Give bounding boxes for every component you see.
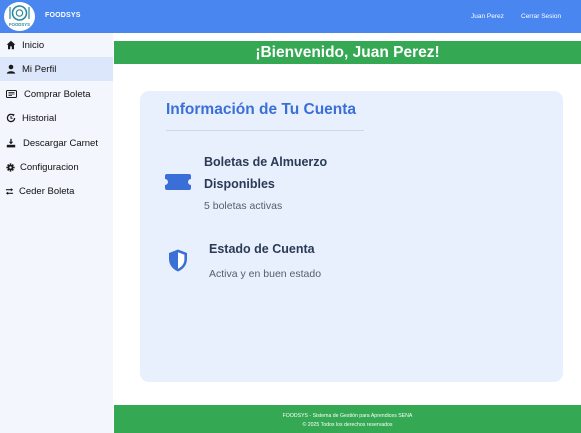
ticket-icon bbox=[165, 174, 191, 190]
page-footer: FOODSYS - Sistema de Gestión para Aprend… bbox=[114, 405, 581, 433]
sidebar-item-ceder-boleta[interactable]: Ceder Boleta bbox=[0, 179, 113, 203]
card-title: Información de Tu Cuenta bbox=[166, 101, 357, 118]
logo-text: FOODSYS bbox=[9, 22, 30, 27]
tickets-title: Boletas de Almuerzo Disponibles bbox=[204, 155, 328, 191]
sidebar-item-inicio[interactable]: Inicio bbox=[0, 33, 113, 57]
status-value: Activa y en buen estado bbox=[209, 268, 322, 280]
top-header: FOODSYS FOODSYS Juan Perez Cerrar Sesion bbox=[0, 0, 581, 33]
sidebar: Inicio Mi Perfil Comprar Boleta Historia… bbox=[0, 33, 113, 433]
footer-copyright: © 2025 Todos los derechos reservados bbox=[302, 422, 393, 428]
sidebar-item-label: Descargar Carnet bbox=[23, 137, 98, 149]
sidebar-item-label: Comprar Boleta bbox=[24, 88, 91, 100]
logout-link[interactable]: Cerrar Sesion bbox=[521, 13, 561, 20]
title-divider bbox=[166, 130, 364, 131]
sidebar-item-label: Mi Perfil bbox=[22, 63, 57, 75]
sidebar-item-descargar-carnet[interactable]: Descargar Carnet bbox=[0, 131, 113, 155]
sidebar-item-historial[interactable]: Historial bbox=[0, 106, 113, 130]
user-name-link[interactable]: Juan Perez bbox=[471, 13, 504, 20]
foodsys-logo[interactable]: FOODSYS bbox=[4, 2, 35, 31]
sidebar-item-label: Inicio bbox=[22, 39, 45, 51]
status-title: Estado de Cuenta bbox=[209, 242, 315, 256]
footer-system-text: FOODSYS - Sistema de Gestión para Aprend… bbox=[282, 413, 413, 419]
transfer-icon bbox=[3, 185, 15, 197]
tickets-value: 5 boletas activas bbox=[204, 200, 283, 212]
ticket-icon bbox=[5, 88, 17, 100]
home-icon bbox=[5, 39, 17, 51]
gear-icon bbox=[4, 161, 16, 173]
welcome-banner: ¡Bienvenido, Juan Perez! bbox=[114, 41, 581, 64]
sidebar-item-configuracion[interactable]: Configuracion bbox=[0, 155, 113, 179]
sidebar-item-label: Configuracion bbox=[20, 161, 79, 173]
brand-name: FOODSYS bbox=[45, 12, 81, 19]
download-icon bbox=[5, 137, 17, 149]
sidebar-item-mi-perfil[interactable]: Mi Perfil bbox=[0, 57, 113, 81]
sidebar-item-label: Ceder Boleta bbox=[19, 185, 75, 197]
shield-icon bbox=[169, 249, 187, 272]
account-info-card: Información de Tu Cuenta Boletas de Almu… bbox=[140, 91, 563, 382]
sidebar-item-comprar-boleta[interactable]: Comprar Boleta bbox=[0, 82, 113, 106]
history-icon bbox=[5, 112, 17, 124]
logo-graphic: FOODSYS bbox=[9, 5, 30, 27]
sidebar-item-label: Historial bbox=[22, 112, 57, 124]
user-icon bbox=[5, 63, 17, 75]
